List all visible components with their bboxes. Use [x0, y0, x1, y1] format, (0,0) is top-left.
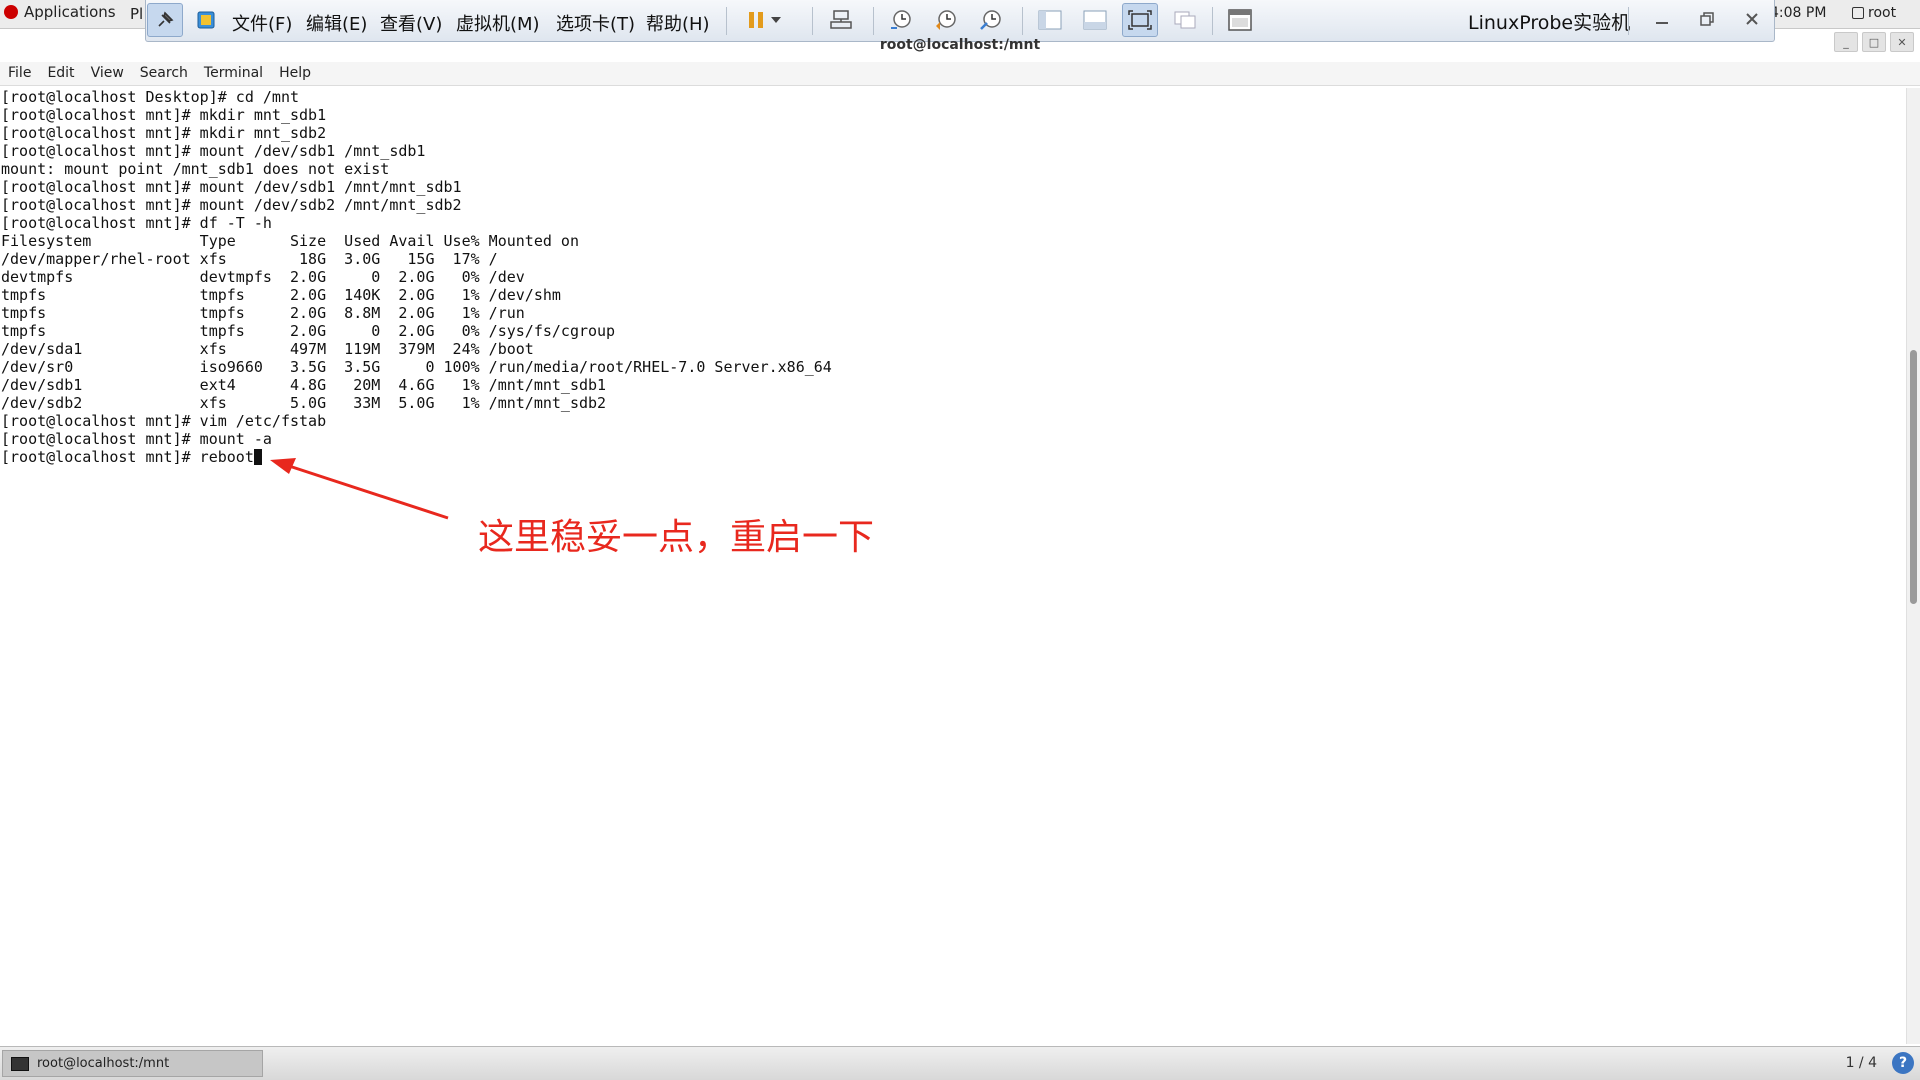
- taskbar-terminal-item[interactable]: root@localhost:/mnt: [2, 1050, 263, 1077]
- annotation-text: 这里稳妥一点，重启一下: [478, 517, 875, 558]
- bottom-taskbar: root@localhost:/mnt 1 / 4 ?: [0, 1046, 1920, 1080]
- terminal-icon: [11, 1056, 29, 1071]
- annotation-arrow: [270, 458, 449, 520]
- help-icon[interactable]: ?: [1892, 1052, 1914, 1074]
- workspace-indicator[interactable]: 1 / 4: [1846, 1055, 1877, 1071]
- taskbar-item-label: root@localhost:/mnt: [37, 1056, 170, 1071]
